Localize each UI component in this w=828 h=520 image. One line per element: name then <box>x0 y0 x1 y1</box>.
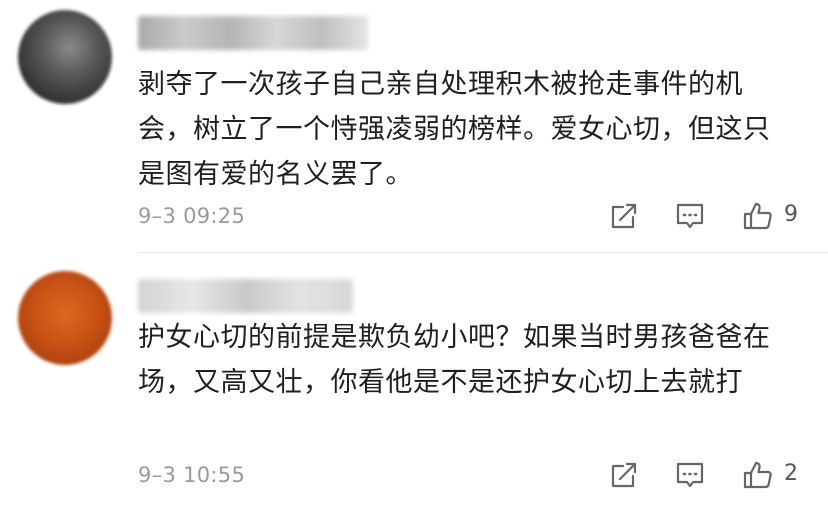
avatar[interactable] <box>18 10 112 104</box>
comment-text: 剥夺了一次孩子自己亲自处理积木被抢走事件的机会，树立了一个恃强凌弱的榜样。爱女心… <box>138 69 771 190</box>
comment-meta-row: 9–3 10:55 2 <box>138 459 808 495</box>
comment-text: 护女心切的前提是欺负幼小吧？如果当时男孩爸爸在场，又高又壮，你看他是不是还护女心… <box>138 322 771 398</box>
share-icon[interactable] <box>608 459 640 491</box>
username-blurred[interactable] <box>138 16 368 50</box>
share-icon[interactable] <box>608 200 640 232</box>
avatar[interactable] <box>18 271 112 365</box>
thumbs-up-icon[interactable] <box>742 459 774 491</box>
comment-item: 护女心切的前提是欺负幼小吧？如果当时男孩爸爸在场，又高又壮，你看他是不是还护女心… <box>0 253 828 520</box>
username-blurred[interactable] <box>138 279 353 313</box>
comment-item: 剥夺了一次孩子自己亲自处理积木被抢走事件的机会，树立了一个恃强凌弱的榜样。爱女心… <box>0 0 828 253</box>
comment-icon[interactable] <box>674 200 706 232</box>
comment-timestamp: 9–3 10:55 <box>138 463 246 487</box>
like-count: 2 <box>784 461 798 486</box>
thumbs-up-icon[interactable] <box>742 200 774 232</box>
like-count: 9 <box>784 202 798 227</box>
comment-icon[interactable] <box>674 459 706 491</box>
comment-list: 剥夺了一次孩子自己亲自处理积木被抢走事件的机会，树立了一个恃强凌弱的榜样。爱女心… <box>0 0 828 520</box>
comment-timestamp: 9–3 09:25 <box>138 204 246 228</box>
comment-meta-row: 9–3 09:25 9 <box>138 200 808 236</box>
